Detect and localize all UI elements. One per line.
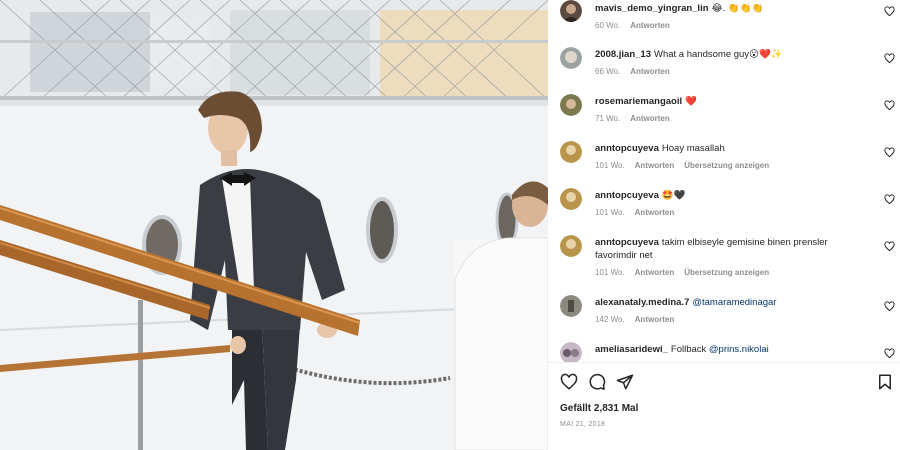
comments-panel: mavis_demo_yingran_lin 😂. 👏👏👏 60 Wo. Antwo… [548, 0, 900, 450]
comment-time[interactable]: 60 Wo. [595, 21, 620, 30]
like-comment-heart-icon[interactable] [884, 53, 895, 64]
avatar[interactable] [560, 342, 582, 362]
likes-count[interactable]: Gefällt 2,831 Mal [560, 403, 638, 414]
avatar[interactable] [560, 235, 582, 257]
reply-button[interactable]: Antworten [635, 268, 675, 277]
comment-text: 😂. 👏👏👏 [711, 3, 764, 14]
paper-plane-icon[interactable] [616, 373, 634, 391]
comment-text: ❤️ [685, 96, 697, 107]
comment-mention[interactable]: @prins.nikolai [709, 344, 769, 355]
translate-button[interactable]: Übersetzung anzeigen [684, 161, 769, 170]
comment-time[interactable]: 101 Wo. [595, 161, 625, 170]
like-comment-heart-icon[interactable] [884, 348, 895, 359]
comment-time[interactable]: 142 Wo. [595, 315, 625, 324]
post-date[interactable]: MAI 21, 2018 [560, 421, 605, 428]
comment-time[interactable]: 66 Wo. [595, 67, 620, 76]
heart-outline-icon[interactable] [560, 373, 578, 391]
comment-username[interactable]: rosemariemangaoil [595, 96, 682, 107]
bookmark-icon[interactable] [876, 373, 894, 391]
avatar[interactable] [560, 188, 582, 210]
like-comment-heart-icon[interactable] [884, 100, 895, 111]
comment-text: Follback [670, 344, 707, 355]
reply-button[interactable]: Antworten [630, 21, 670, 30]
like-comment-heart-icon[interactable] [884, 301, 895, 312]
reply-button[interactable]: Antworten [635, 315, 675, 324]
translate-button[interactable]: Übersetzung anzeigen [684, 268, 769, 277]
post-actions-bar [560, 373, 891, 393]
reply-button[interactable]: Antworten [635, 208, 675, 217]
comment-username[interactable]: anntopcuyeva [595, 143, 659, 154]
reply-button[interactable]: Antworten [630, 114, 670, 123]
comment-mention[interactable]: @tamaramedinagar [692, 297, 776, 308]
like-comment-heart-icon[interactable] [884, 147, 895, 158]
reply-button[interactable]: Antworten [630, 67, 670, 76]
comment-username[interactable]: alexanataly.medina.7 [595, 297, 689, 308]
like-comment-heart-icon[interactable] [884, 6, 895, 17]
comments-list[interactable]: mavis_demo_yingran_lin 😂. 👏👏👏 60 Wo. Antwo… [548, 0, 900, 362]
comment-time[interactable]: 101 Wo. [595, 208, 625, 217]
like-comment-heart-icon[interactable] [884, 241, 895, 252]
comment-text: 🤩🖤 [661, 190, 686, 201]
comment-text: Hoay masallah [661, 143, 725, 154]
avatar[interactable] [560, 295, 582, 317]
like-comment-heart-icon[interactable] [884, 194, 895, 205]
comment-username[interactable]: ameliasaridewi_ [595, 344, 668, 355]
avatar[interactable] [560, 141, 582, 163]
comment-username[interactable]: 2008.jian_13 [595, 49, 651, 60]
comment-text: What a handsome guy😮❤️✨ [654, 49, 783, 60]
avatar[interactable] [560, 94, 582, 116]
comment-bubble-icon[interactable] [588, 373, 606, 391]
comment-time[interactable]: 71 Wo. [595, 114, 620, 123]
comment-username[interactable]: mavis_demo_yingran_lin [595, 3, 709, 14]
post-photo[interactable] [0, 0, 548, 450]
reply-button[interactable]: Antworten [635, 161, 675, 170]
avatar[interactable] [560, 0, 582, 22]
comment-username[interactable]: anntopcuyeva [595, 190, 659, 201]
avatar[interactable] [560, 47, 582, 69]
section-divider [548, 362, 900, 363]
comment-username[interactable]: anntopcuyeva [595, 237, 659, 248]
comment-time[interactable]: 101 Wo. [595, 268, 625, 277]
post-photo-illustration [0, 0, 548, 450]
